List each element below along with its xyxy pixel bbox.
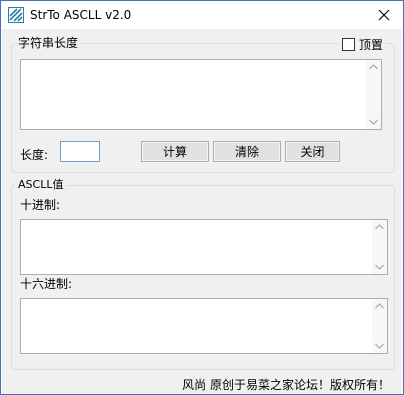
decimal-label: 十进制: — [20, 198, 61, 212]
ascii-value-legend: ASCLL值 — [15, 178, 67, 192]
string-input-scrollbar[interactable] — [366, 60, 381, 129]
client-area: 字符串长度 顶置 长度: 计算 清除 关闭 ASCLL值 十进制: 十六进制: … — [2, 29, 402, 394]
scroll-down-icon[interactable] — [375, 343, 384, 349]
string-length-legend: 字符串长度 — [15, 36, 82, 50]
pin-on-top-checkbox[interactable]: 顶置 — [338, 36, 386, 53]
status-footer: 风尚 原创于易菜之家论坛！版权所有！ — [2, 373, 402, 393]
hex-output-scrollbar[interactable] — [372, 299, 387, 353]
scroll-up-icon[interactable] — [375, 303, 384, 309]
length-label: 长度: — [20, 148, 49, 162]
hex-output-textarea[interactable] — [20, 298, 388, 354]
scroll-down-icon[interactable] — [369, 119, 378, 125]
string-input-textarea[interactable] — [20, 59, 382, 130]
pin-checkbox-box[interactable] — [341, 38, 355, 51]
window-title: StrTo ASCLL v2.0 — [30, 8, 132, 22]
calculate-button[interactable]: 计算 — [141, 141, 209, 162]
app-logo-icon — [8, 7, 24, 23]
decimal-output-textarea[interactable] — [20, 219, 388, 275]
clear-button[interactable]: 清除 — [213, 141, 281, 162]
decimal-output-scrollbar[interactable] — [372, 220, 387, 274]
close-icon — [378, 9, 390, 21]
scroll-up-icon[interactable] — [369, 64, 378, 70]
close-window-button[interactable] — [371, 3, 397, 27]
close-button[interactable]: 关闭 — [285, 141, 340, 162]
copyright-text: 风尚 原创于易菜之家论坛！版权所有！ — [182, 378, 390, 392]
title-bar[interactable]: StrTo ASCLL v2.0 — [1, 1, 403, 29]
app-window: StrTo ASCLL v2.0 字符串长度 顶置 长度: 计算 清除 关闭 A… — [0, 0, 404, 395]
close-button-label: 关闭 — [300, 145, 325, 159]
clear-button-label: 清除 — [234, 145, 259, 159]
pin-checkbox-label: 顶置 — [358, 38, 383, 52]
calculate-button-label: 计算 — [162, 145, 187, 159]
scroll-down-icon[interactable] — [375, 264, 384, 270]
hex-label: 十六进制: — [20, 277, 73, 291]
scroll-up-icon[interactable] — [375, 224, 384, 230]
length-field[interactable] — [60, 141, 100, 162]
ascii-value-group: ASCLL值 十进制: 十六进制: — [11, 178, 395, 370]
string-length-group: 字符串长度 顶置 长度: 计算 清除 关闭 — [11, 36, 395, 173]
